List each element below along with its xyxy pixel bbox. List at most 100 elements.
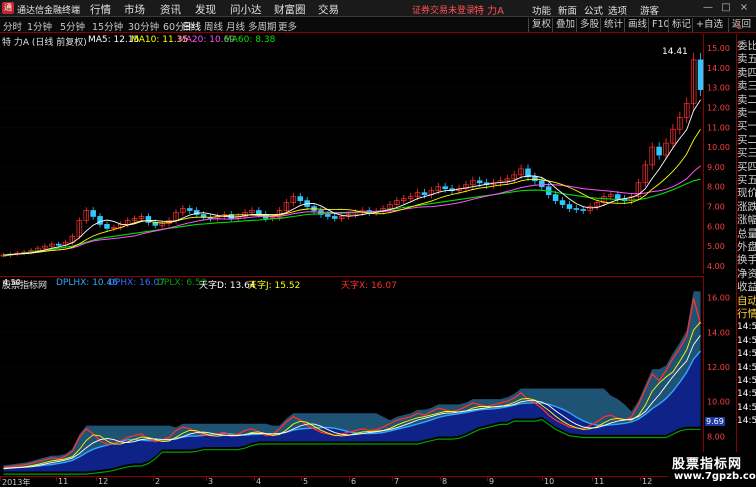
tab-more[interactable]: 更多 [278, 19, 297, 33]
tab-30min[interactable]: 30分钟 [128, 19, 159, 33]
price-axis-label: 8.00 [707, 183, 725, 192]
add-favorite-button[interactable]: +自选 [692, 18, 723, 32]
candle-body [421, 192, 428, 196]
price-axis-label: 4.00 [707, 262, 725, 271]
quote-panel-label: 委比 [737, 40, 756, 52]
ma60-line [3, 178, 701, 257]
menu-item-market[interactable]: 市场 [124, 2, 145, 17]
draw-button[interactable]: 画线 [624, 18, 647, 32]
date-axis-label: 11 [594, 477, 605, 486]
tab-monthly[interactable]: 月线 [226, 19, 245, 33]
menu-item-options[interactable]: 选项 [608, 3, 627, 17]
date-axis-label: 11 [58, 477, 69, 486]
quote-panel: 委比 卖五 卖四 卖三 卖二 卖一 买一 买二 买三 买四 买五 现价 涨跌 涨幅 总量 外盘 换手 净资 收益 自动… [736, 22, 756, 454]
menu-item-trade[interactable]: 交易 [318, 2, 339, 17]
date-tick [592, 477, 593, 481]
close-icon[interactable]: × [738, 2, 750, 14]
quote-panel-label: 外盘 [737, 241, 756, 253]
quote-panel-label: 涨幅 [737, 214, 756, 227]
candle-body [187, 208, 193, 211]
quote-panel-label: 买五 [737, 174, 756, 186]
candle-body [104, 224, 110, 229]
overlay-button[interactable]: 叠加 [552, 18, 575, 32]
login-status[interactable]: 证券交易未登录 [412, 3, 475, 16]
candle-body [539, 180, 545, 188]
indicator-marker: 9.69 [705, 417, 725, 426]
tab-5min[interactable]: 5分钟 [60, 19, 85, 33]
quote-panel-label: 换手 [737, 254, 756, 267]
indicator-axis-label: 8.00 [707, 432, 725, 441]
candle-body [256, 210, 262, 215]
chart-title: 特 力A (日线 前复权) [2, 38, 87, 48]
tab-15min[interactable]: 15分钟 [92, 19, 123, 33]
tianzi-j-legend: 天字J: 15.52 [248, 281, 301, 291]
ma10-line [3, 129, 701, 256]
quote-panel-label: 买二 [737, 133, 756, 146]
date-axis-label: 9 [489, 477, 495, 486]
quote-panel-label: 14:5 [737, 362, 756, 373]
tianzi-x-legend: 天字X: 16.07 [341, 281, 397, 291]
menu-item-formula[interactable]: 公式 [584, 3, 603, 17]
watermark-title: 股票指标网 [672, 457, 743, 472]
price-axis-label: 7.00 [707, 203, 725, 212]
ma60-legend: MA60: 8.38 [224, 35, 276, 45]
menu-bar: 通 通达信金融终端 行情 市场 资讯 发现 问小达 财富圈 交易 证券交易未登录… [0, 0, 756, 17]
date-axis-label: 12 [98, 477, 109, 486]
menu-item-wealth[interactable]: 财富圈 [274, 2, 306, 17]
price-axis-label: 10.00 [707, 143, 730, 152]
date-tick [640, 477, 641, 481]
tab-weekly[interactable]: 周线 [204, 19, 223, 33]
menu-item-discover[interactable]: 发现 [195, 2, 216, 17]
price-axis-label: 9.00 [707, 163, 725, 172]
watermark: 股票指标网 www.7gpzb.com [668, 452, 756, 487]
period-toolbar: 分时 1分钟 5分钟 15分钟 30分钟 60分钟 日线 周线 月线 多周期 更… [0, 17, 756, 33]
quote-panel-label: 买一 [737, 120, 756, 133]
quote-panel-label: 卖四 [737, 66, 756, 79]
date-tick [96, 477, 97, 481]
menu-item-function[interactable]: 功能 [532, 3, 551, 17]
quote-panel-label: 14:5 [737, 335, 756, 346]
candle-body [656, 146, 662, 156]
indicator-chart[interactable]: 16.0014.0012.0010.008.006.00 股票指标网 DPLHX… [0, 276, 730, 476]
candle-body [90, 210, 96, 217]
date-tick [487, 477, 488, 481]
maximize-icon[interactable]: □ [720, 2, 732, 14]
candle-body [573, 208, 580, 210]
candle-body [566, 204, 573, 209]
price-axis-label: 13.00 [707, 84, 730, 93]
menu-item-newface[interactable]: 新面 [558, 3, 577, 17]
date-axis-label: 2013年 [2, 478, 31, 487]
tab-multi-period[interactable]: 多周期 [248, 19, 277, 33]
tab-1min[interactable]: 1分钟 [27, 19, 52, 33]
candle-body [476, 180, 483, 184]
mark-button[interactable]: 标记 [668, 18, 691, 32]
quote-panel-label: 卖三 [737, 80, 756, 93]
menu-item-ask[interactable]: 问小达 [230, 2, 262, 17]
stats-button[interactable]: 统计 [600, 18, 623, 32]
date-tick [56, 477, 57, 481]
quote-panel-label: 自动 [737, 294, 756, 307]
candle-body [297, 196, 304, 201]
candle-body [614, 194, 621, 199]
menu-item-quotes[interactable]: 行情 [90, 2, 111, 17]
tab-daily[interactable]: 日线 [182, 19, 201, 33]
price-chart-canvas: 15.00 14.00 13.00 12.00 11.00 10.00 9.00 8.00 7.… [0, 44, 730, 271]
date-axis-label: 12 [642, 477, 653, 486]
quote-panel-label: 买四 [737, 160, 756, 173]
menu-item-guest[interactable]: 游客 [640, 3, 659, 17]
indicator-axis-label: 10.00 [707, 398, 730, 407]
quote-panel-label: 净资 [737, 267, 756, 280]
multi-stock-button[interactable]: 多股 [576, 18, 599, 32]
candle-body [55, 243, 62, 246]
quote-panel-edge-label: L [737, 22, 742, 31]
candle-body [97, 216, 103, 225]
price-chart[interactable]: 15.00 14.00 13.00 12.00 11.00 10.00 9.00 8.00 7.… [0, 34, 730, 287]
minimize-icon[interactable]: — [702, 2, 714, 14]
adjust-button[interactable]: 复权 [528, 18, 551, 32]
candle-body [325, 214, 331, 217]
quote-panel-label: 收益 [737, 281, 756, 294]
tab-minute[interactable]: 分时 [3, 19, 22, 33]
quote-panel-label: 14:5 [737, 416, 756, 427]
menu-item-news[interactable]: 资讯 [160, 2, 181, 17]
f10-button[interactable]: F10 [648, 18, 670, 32]
